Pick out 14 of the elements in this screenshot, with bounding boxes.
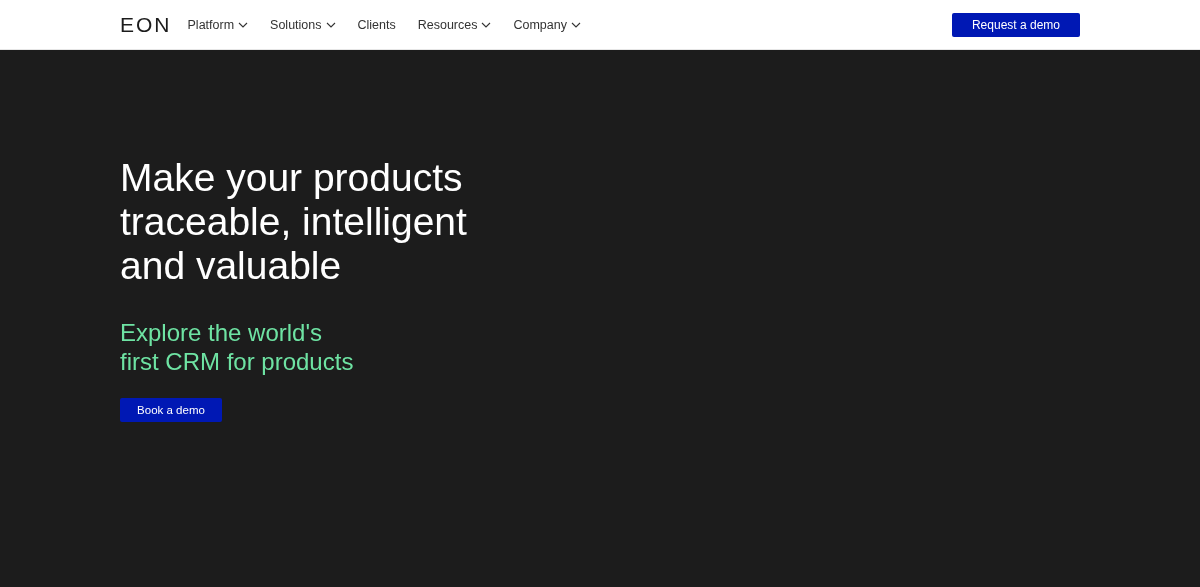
chevron-down-icon <box>481 21 492 28</box>
nav-link[interactable]: Clients <box>357 17 396 32</box>
nav-link[interactable]: Platform <box>187 17 249 32</box>
book-demo-button[interactable]: Book a demo <box>120 397 222 422</box>
chevron-down-icon <box>570 21 581 28</box>
nav-link[interactable]: Solutions <box>270 17 336 32</box>
chevron-down-icon <box>238 21 249 28</box>
chevron-down-icon <box>325 21 336 28</box>
hero-headline: Make your products traceable, intelligent and valuable <box>120 155 468 288</box>
logo[interactable]: EON <box>120 12 172 37</box>
request-demo-button[interactable]: Request a demo <box>951 12 1080 37</box>
hero-subheadline: Explore the world's first CRM for products <box>120 317 355 376</box>
nav-link[interactable]: Company <box>513 17 581 32</box>
nav-link[interactable]: Resources <box>417 17 492 32</box>
